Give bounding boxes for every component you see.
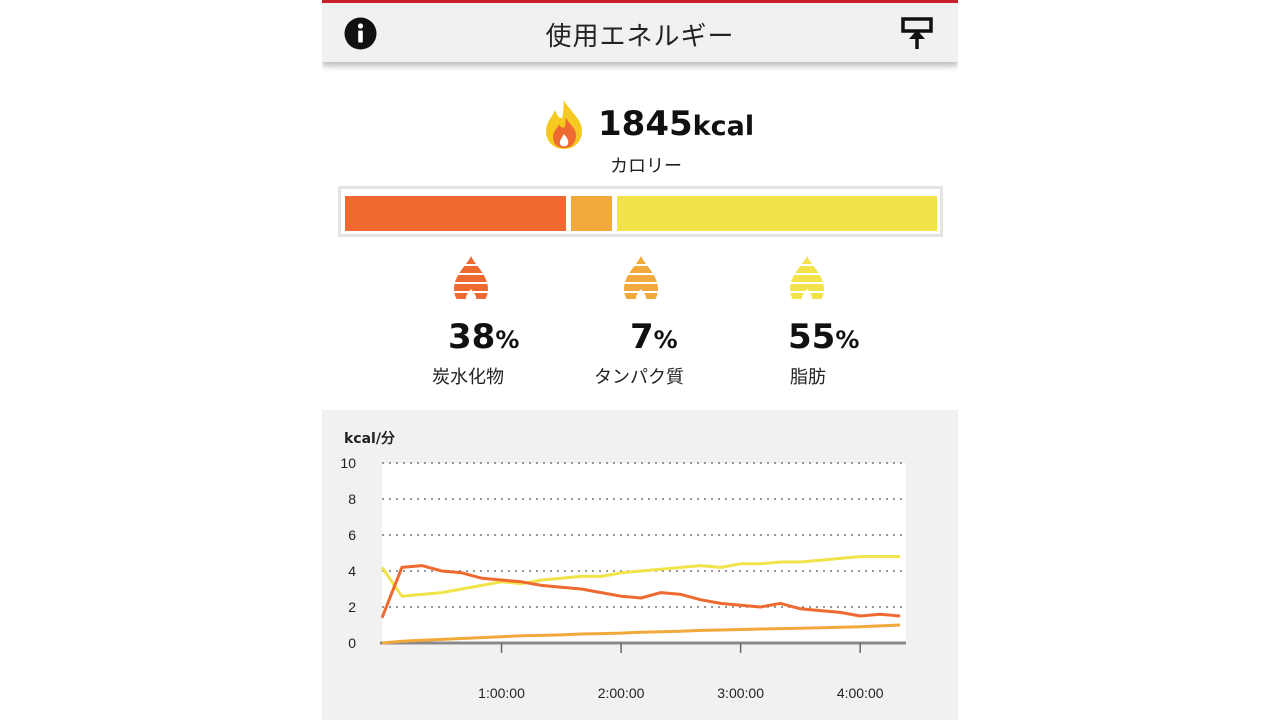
energy-chart: kcal/分 0 2 4 6 8 10 1:00:00 2:00:00 3:00:00 4:00:… <box>322 410 958 720</box>
carb-label: 炭水化物 <box>432 367 504 388</box>
fat-flame-icon <box>790 256 824 303</box>
fat-percent: 55% <box>788 317 860 357</box>
x-tick-label: 4:00:00 <box>837 685 884 701</box>
x-tick-label: 2:00:00 <box>598 685 645 701</box>
protein-segment <box>571 196 612 231</box>
y-tick-label: 2 <box>348 599 356 615</box>
total-calories-unit: kcal <box>692 111 755 142</box>
y-tick-label: 0 <box>348 635 356 651</box>
y-tick-label: 10 <box>340 455 356 471</box>
upload-share-icon[interactable] <box>900 16 934 50</box>
flame-icon <box>546 100 582 149</box>
protein-flame-icon <box>624 256 658 303</box>
y-tick-label: 4 <box>348 563 356 579</box>
x-tick-label: 1:00:00 <box>478 685 525 701</box>
protein-label: タンパク質 <box>594 367 684 388</box>
x-tick-label: 3:00:00 <box>717 685 764 701</box>
plot-area <box>382 463 906 643</box>
total-calories-label: カロリー <box>610 156 682 177</box>
y-tick-label: 6 <box>348 527 356 543</box>
page-title: 使用エネルギー <box>545 22 735 52</box>
total-calories: 1845kcal <box>598 104 754 144</box>
carb-percent: 38% <box>448 317 520 357</box>
y-tick-label: 8 <box>348 491 356 507</box>
protein-percent: 7% <box>630 317 678 357</box>
total-calories-value: 1845 <box>598 104 693 144</box>
macro-ratio-bar <box>338 186 943 237</box>
chart-canvas: 0 2 4 6 8 10 1:00:00 2:00:00 3:00:00 4:00:00 <box>340 455 906 701</box>
app-header: 使用エネルギー <box>322 3 958 62</box>
carb-segment <box>345 196 566 231</box>
app-screen: 使用エネルギー 1845kcal カロリー 38% 炭水化物 7% タンパク質 … <box>322 0 958 720</box>
fat-segment <box>617 196 937 231</box>
carb-flame-icon <box>454 256 488 303</box>
fat-label: 脂肪 <box>790 367 826 388</box>
